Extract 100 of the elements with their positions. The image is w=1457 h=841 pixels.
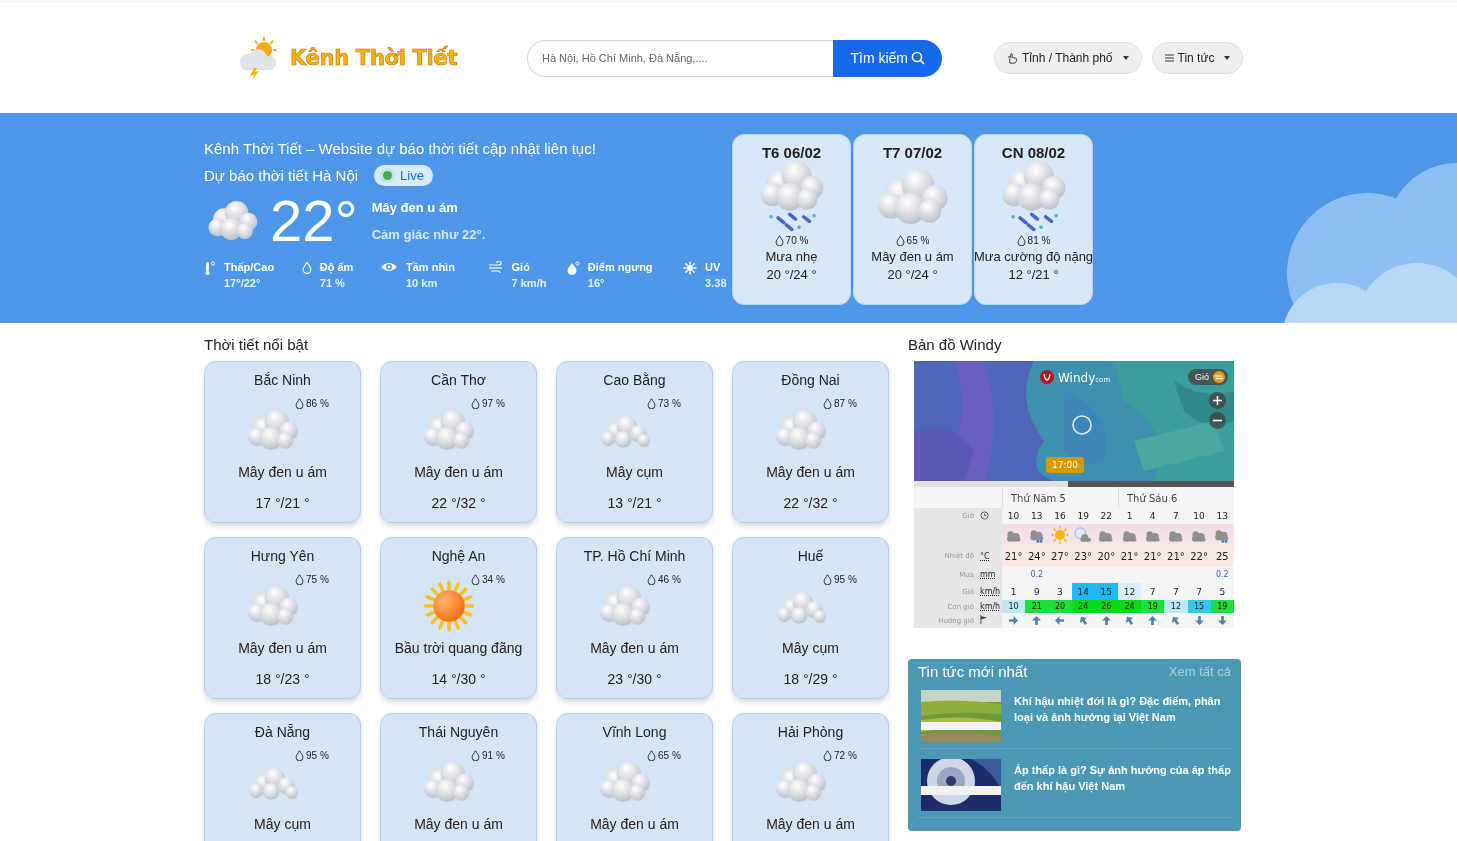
humidity-value: 72 %	[834, 750, 857, 761]
city-name: Hải Phòng	[777, 724, 844, 740]
city-condition: Mây đen u ám	[590, 640, 679, 656]
layer-button[interactable]: Gió	[1188, 369, 1228, 385]
stat-label: Điểm ngưng	[587, 261, 653, 273]
stat-value: 10 km	[406, 277, 439, 289]
city-condition: Mây cụm	[254, 816, 311, 832]
unit-label: °C	[980, 551, 991, 561]
city-weather-card[interactable]: Hải Phòng 72 % Mây đen u ám	[732, 713, 889, 841]
flag-icon	[980, 615, 989, 624]
temperature-value: 27°	[1051, 550, 1069, 562]
arrow-icon	[1009, 616, 1019, 625]
wind-value: 5	[1219, 586, 1226, 597]
stat-label: UV	[705, 261, 722, 273]
drop-icon	[1016, 235, 1026, 246]
temperature-value: 21°	[1167, 550, 1185, 562]
city-condition: Mây đen u ám	[238, 464, 327, 480]
hour-label: 10	[1007, 511, 1020, 521]
city-temperature: 13 °/21 °	[607, 495, 662, 511]
gust-value: 19	[1147, 602, 1158, 611]
stat-value: 7 km/h	[511, 277, 547, 289]
drop-icon	[471, 574, 480, 585]
timeline-bar[interactable]	[914, 481, 1234, 487]
unit-label: km/h	[980, 587, 998, 596]
humidity-value: 75 %	[306, 574, 329, 585]
current-temperature: 22°	[270, 192, 358, 250]
city-weather-card[interactable]: Huế 95 % Mây cụm 18 °/29 °	[732, 537, 889, 699]
menu-icon	[1164, 54, 1174, 62]
forecast-card[interactable]: CN 08/02 81 % Mưa cường độ nặng 12 °/21 °	[974, 134, 1093, 305]
section-title: Thời tiết nổi bật	[204, 336, 310, 353]
city-temperature: 17 °/21 °	[255, 495, 310, 511]
wind-value: 3	[1057, 586, 1063, 597]
windy-logo-icon	[1040, 370, 1054, 384]
city-temperature: 18 °/29 °	[783, 671, 838, 687]
humidity-value: 97 %	[482, 398, 505, 409]
city-weather-card[interactable]: Cao Bằng 73 % Mây cụm 13 °/21 °	[556, 361, 713, 523]
hour-label: 1	[1126, 511, 1133, 521]
city-weather-card[interactable]: Đồng Nai 87 % Mây đen u ám 22 °/32 °	[732, 361, 889, 523]
humidity-value: 70 %	[785, 235, 809, 246]
hour-label: 22	[1100, 511, 1113, 521]
forecast-card[interactable]: T6 06/02 70 % Mưa nhẹ 20 °/24 °	[732, 134, 851, 305]
forecast-condition: Mây đen u ám	[871, 249, 954, 264]
stat-label: Tầm nhìn	[406, 261, 455, 273]
search-field[interactable]: Hà Nội, Hồ Chí Minh, Đà Nẵng,....	[527, 39, 834, 77]
city-temperature: 22 °/32 °	[783, 495, 838, 511]
humidity-value: 91 %	[482, 750, 505, 761]
forecast-card[interactable]: T7 07/02 65 % Mây đen u ám 20 °/24 °	[853, 134, 972, 305]
drop-icon	[471, 750, 480, 761]
arrow-icon	[1032, 616, 1042, 625]
drop-icon	[295, 398, 304, 409]
forecast-condition: Mưa nhẹ	[765, 249, 818, 264]
gust-value: 20	[1054, 602, 1066, 611]
city-weather-card[interactable]: Bắc Ninh 86 % Mây đen u ám 17 °/21 °	[204, 361, 361, 523]
city-condition: Mây cụm	[782, 640, 839, 656]
hour-label: 4	[1149, 511, 1156, 521]
drop-icon	[295, 750, 304, 761]
search-button[interactable]: Tìm kiếm	[833, 39, 942, 77]
humidity-value: 46 %	[658, 574, 681, 585]
city-condition: Mây đen u ám	[238, 640, 327, 656]
gust-value: 12	[1170, 602, 1181, 611]
thermometer-icon	[204, 261, 216, 275]
city-temperature: 14 °/30 °	[431, 671, 486, 687]
city-weather-card[interactable]: Nghệ An 34 % Bầu trời quang đãng 14 °/30 °	[380, 537, 537, 699]
arrow-icon	[1194, 616, 1204, 625]
weather-map-widget[interactable]	[914, 361, 1234, 628]
city-weather-card[interactable]: Thái Nguyên 91 % Mây đen u ám	[380, 713, 537, 841]
city-weather-card[interactable]: Cần Thơ 97 % Mây đen u ám 22 °/32 °	[380, 361, 537, 523]
city-condition: Mây đen u ám	[590, 816, 679, 832]
wind-icon	[487, 261, 504, 273]
forecast-day: T6 06/02	[761, 144, 822, 161]
city-weather-card[interactable]: TP. Hồ Chí Minh 46 % Mây đen u ám 23 °/30 °	[556, 537, 713, 699]
drop-icon	[823, 574, 832, 585]
gust-value: 15	[1194, 602, 1205, 611]
drop-icon	[647, 398, 656, 409]
stat-value: 3.38	[705, 277, 727, 289]
wind-value: 9	[1033, 586, 1040, 597]
rain-value: 0.2	[1215, 570, 1229, 579]
city-condition: Mây đen u ám	[766, 464, 855, 480]
dropdown-button[interactable]: Tỉnh / Thành phố	[994, 42, 1142, 74]
city-weather-card[interactable]: Đà Nẵng 95 % Mây cụm	[204, 713, 361, 841]
stat-value: 16°	[587, 277, 606, 289]
temperature-value: 20°	[1097, 550, 1116, 562]
city-condition: Mây cụm	[606, 464, 663, 480]
arrow-icon	[1101, 616, 1111, 625]
dropdown-button[interactable]: Tin tức	[1151, 42, 1244, 74]
humidity-value: 34 %	[482, 574, 505, 585]
city-name: Thái Nguyên	[418, 724, 499, 740]
hour-label: 19	[1077, 511, 1089, 521]
arrow-icon	[1171, 616, 1181, 625]
city-condition: Mây đen u ám	[414, 464, 503, 480]
hand-icon	[1007, 52, 1018, 64]
wind-value: 7	[1196, 586, 1202, 597]
unit-label: km/h	[980, 602, 998, 611]
live-dot-icon	[383, 171, 393, 180]
unit-label: mm	[980, 570, 997, 579]
arrow-icon	[1078, 616, 1088, 625]
city-weather-card[interactable]: Hưng Yên 75 % Mây đen u ám 18 °/23 °	[204, 537, 361, 699]
hour-label: 13	[1031, 511, 1043, 521]
wind-layer-icon	[1213, 371, 1225, 383]
city-weather-card[interactable]: Vĩnh Long 65 % Mây đen u ám	[556, 713, 713, 841]
